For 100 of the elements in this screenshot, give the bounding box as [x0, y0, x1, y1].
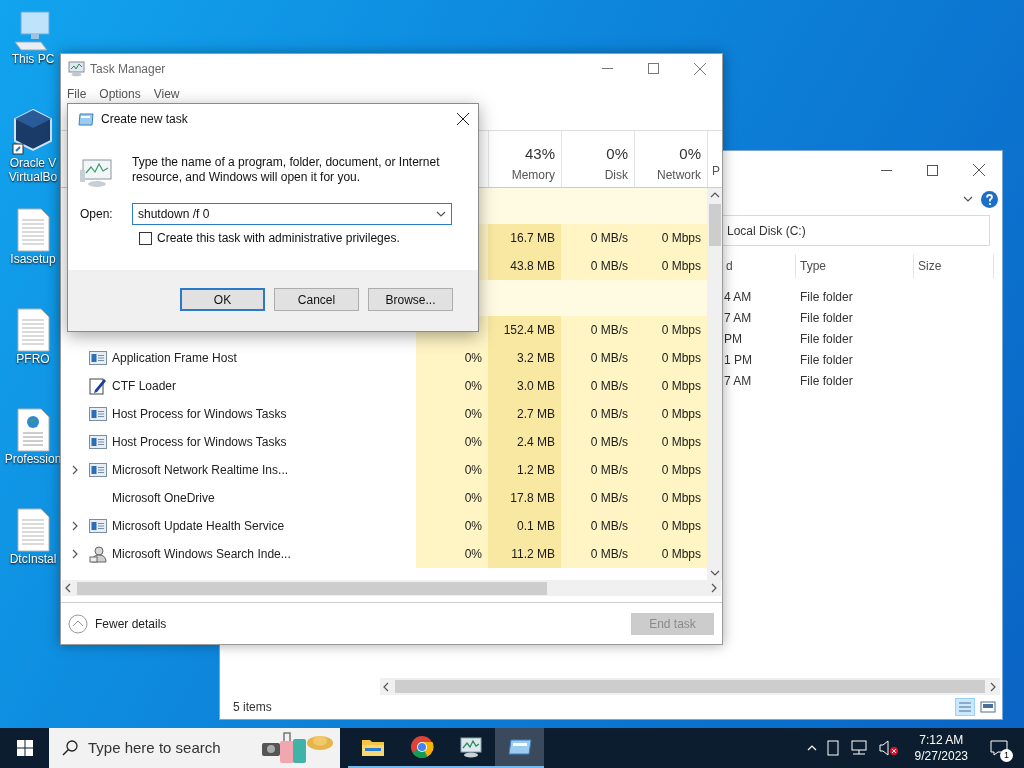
dialog-button[interactable]: Browse... [368, 288, 453, 311]
date-cell-text: 1 PM [723, 351, 753, 369]
document-icon [15, 208, 51, 252]
address-bar[interactable]: Local Disk (C:) [720, 215, 990, 246]
column-header[interactable]: 0% Network [634, 131, 707, 187]
checkbox[interactable] [139, 231, 152, 245]
run-window-icon [78, 112, 94, 126]
monitor-chart-icon [80, 158, 113, 188]
cpu-cell: 0% [416, 540, 488, 568]
search-box[interactable]: Type here to search [49, 728, 340, 768]
disk-cell: 0 MB/s [561, 224, 634, 252]
tiles-view-icon[interactable] [978, 698, 998, 716]
disk-cell: 0 MB/s [561, 512, 634, 540]
vertical-scrollbar[interactable] [707, 188, 722, 580]
scrollbar-thumb[interactable] [395, 680, 985, 693]
menu-item[interactable]: View [153, 84, 180, 103]
disk-cell: 0 MB/s [561, 484, 634, 512]
search-icon [62, 740, 78, 756]
menu-item[interactable]: File [67, 84, 87, 103]
notification-badge: 1 [1000, 749, 1013, 762]
window-title: Task Manager [90, 60, 166, 78]
memory-cell: 43.8 MB [488, 252, 561, 280]
disk-cell: 0 MB/s [561, 316, 634, 344]
scroll-right-icon [709, 583, 719, 593]
help-icon[interactable] [981, 190, 998, 208]
process-name: Host Process for Windows Tasks [112, 434, 287, 451]
windows-logo-icon [16, 740, 33, 756]
memory-cell: 0.1 MB [488, 512, 561, 540]
type-cell-text: File folder [800, 351, 854, 369]
person-search-icon [89, 545, 107, 563]
monitor-chart-icon [458, 735, 483, 759]
network-cell: 0 Mbps [634, 540, 707, 568]
window-icon [89, 519, 107, 533]
horizontal-scrollbar[interactable] [62, 580, 721, 596]
process-name: Application Frame Host [112, 350, 237, 367]
speaker-muted-icon[interactable] [878, 740, 899, 756]
expand-icon [70, 465, 80, 475]
network-icon[interactable] [848, 740, 869, 756]
column-header[interactable]: P [707, 131, 722, 187]
memory-cell: 11.2 MB [488, 540, 561, 568]
memory-cell: 3.0 MB [488, 372, 561, 400]
network-cell: 0 Mbps [634, 344, 707, 372]
column-header[interactable]: 0% Disk [561, 131, 634, 187]
run-window-icon [507, 737, 532, 757]
network-cell: 0 Mbps [634, 400, 707, 428]
column-header[interactable]: Type [796, 254, 914, 278]
open-combobox[interactable]: shutdown /f 0 [132, 203, 452, 225]
network-cell: 0 Mbps [634, 512, 707, 540]
tablet-icon[interactable] [826, 740, 839, 756]
scrollbar-thumb[interactable] [708, 204, 721, 246]
column-header[interactable]: 43% Memory [488, 131, 561, 187]
fewer-details-link[interactable]: Fewer details [95, 614, 167, 633]
icon-label: PFRO [16, 352, 50, 366]
folder-icon [360, 737, 385, 757]
type-cell-text: File folder [800, 288, 854, 306]
scrollbar-thumb[interactable] [77, 581, 547, 595]
process-name: Microsoft OneDrive [112, 490, 215, 507]
type-cell-text: File folder [800, 330, 854, 348]
process-name: CTF Loader [112, 378, 177, 395]
scroll-up-icon [709, 190, 720, 200]
network-cell: 0 Mbps [634, 252, 707, 280]
close-icon[interactable] [973, 164, 985, 176]
network-cell: 0 Mbps [634, 484, 707, 512]
clock[interactable]: 7:12 AM 9/27/2023 [914, 732, 968, 764]
window-icon [89, 351, 107, 365]
maximize-icon[interactable] [927, 164, 938, 176]
type-cell-text: File folder [800, 372, 854, 390]
menu-item[interactable]: Options [99, 84, 141, 103]
network-cell: 0 Mbps [634, 372, 707, 400]
cpu-cell: 0% [416, 428, 488, 456]
collapse-up-icon[interactable] [68, 613, 88, 634]
date-cell-text: PM [723, 330, 743, 348]
network-cell: 0 Mbps [634, 456, 707, 484]
dialog-button[interactable]: OK [180, 288, 265, 311]
taskbar-app[interactable] [495, 728, 544, 768]
scroll-down-icon [709, 568, 720, 578]
disk-cell: 0 MB/s [561, 540, 634, 568]
date-cell-text: 4 AM [723, 288, 753, 306]
chevron-down-icon [963, 194, 973, 204]
cpu-cell: 0% [416, 372, 488, 400]
disk-cell: 0 MB/s [561, 372, 634, 400]
network-cell: 0 Mbps [634, 224, 707, 252]
column-header[interactable]: Size [914, 254, 994, 278]
expand-icon [70, 521, 80, 531]
icon-label: Isasetup [10, 252, 56, 266]
cpu-cell: 0% [416, 400, 488, 428]
chrome-icon [409, 735, 434, 759]
dialog-button[interactable]: Cancel [274, 288, 359, 311]
horizontal-scrollbar[interactable] [380, 678, 1000, 695]
maximize-icon[interactable] [648, 63, 659, 74]
scroll-right-icon [988, 681, 998, 692]
document-icon [15, 308, 51, 352]
close-icon[interactable] [457, 113, 469, 125]
process-name: Microsoft Windows Search Inde... [112, 546, 291, 563]
network-cell: 0 Mbps [634, 316, 707, 344]
dropdown-icon [436, 209, 446, 219]
window-icon [89, 407, 107, 421]
web-document-icon [15, 408, 51, 452]
type-cell-text: File folder [800, 309, 854, 327]
notification-button[interactable]: 1 [984, 733, 1014, 763]
